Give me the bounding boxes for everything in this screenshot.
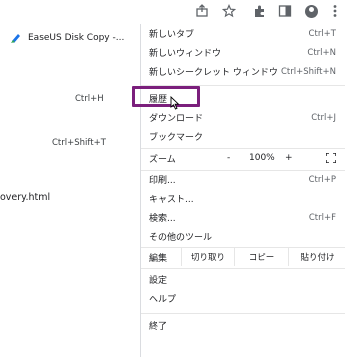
zoom-out-button[interactable]: - [227, 153, 230, 163]
menu-item-label: 新しいウィンドウ [149, 49, 222, 59]
page-content: EaseUS Disk Copy -... Ctrl+H Ctrl+Shift+… [0, 24, 140, 357]
zoom-in-button[interactable]: + [285, 153, 293, 163]
cut-button[interactable]: 切り取り [181, 247, 234, 266]
browser-toolbar [0, 0, 345, 24]
extension-icon[interactable] [252, 3, 268, 19]
menu-item-print[interactable]: 印刷... Ctrl+P [141, 170, 345, 189]
menu-item-label: キャスト... [149, 195, 194, 205]
history-shortcut-behind: Ctrl+H [75, 94, 104, 104]
menu-item-new-window[interactable]: 新しいウィンドウ Ctrl+N [141, 43, 345, 62]
menu-item-downloads[interactable]: ダウンロード Ctrl+J [141, 108, 345, 127]
menu-item-label: 編集 [149, 253, 168, 264]
menu-item-label: 設定 [149, 276, 168, 286]
menu-item-label: 終了 [149, 322, 168, 332]
fullscreen-icon[interactable] [326, 153, 336, 163]
menu-item-shortcut: Ctrl+P [308, 174, 336, 185]
menu-item-label: ダウンロード [149, 114, 204, 124]
menu-item-shortcut: Ctrl+N [307, 47, 336, 58]
menu-item-shortcut: Ctrl+Shift+N [280, 66, 336, 77]
menu-item-cast[interactable]: キャスト... [141, 189, 345, 208]
reopen-shortcut-behind: Ctrl+Shift+T [52, 138, 106, 148]
menu-item-help[interactable]: ヘルプ [141, 289, 345, 308]
sidebar-icon[interactable] [277, 3, 293, 19]
menu-item-zoom: ズーム - 100% + [141, 148, 345, 168]
menu-item-shortcut: Ctrl+J [311, 112, 336, 123]
menu-item-settings[interactable]: 設定 [141, 270, 345, 289]
menu-item-label: 印刷... [149, 176, 176, 186]
menu-item-exit[interactable]: 終了 [141, 316, 345, 335]
menu-item-label: その他のツール [149, 233, 213, 243]
menu-item-shortcut: Ctrl+T [308, 28, 336, 39]
file-link[interactable]: overy.html [0, 192, 50, 203]
history-highlight-box [132, 86, 200, 107]
paste-button[interactable]: 貼り付け [288, 247, 345, 266]
menu-item-find[interactable]: 検索... Ctrl+F [141, 208, 345, 227]
menu-item-label: ヘルプ [149, 295, 177, 305]
menu-item-edit: 編集 切り取り コピー 貼り付け [141, 247, 345, 267]
menu-item-new-tab[interactable]: 新しいタブ Ctrl+T [141, 24, 345, 43]
menu-item-label: 新しいタブ [149, 30, 195, 40]
zoom-level: 100% [249, 153, 275, 163]
star-icon[interactable] [221, 3, 237, 19]
menu-separator [141, 313, 345, 314]
profile-icon[interactable] [303, 3, 319, 19]
tab-title: EaseUS Disk Copy -... [28, 33, 125, 43]
tab-entry[interactable]: EaseUS Disk Copy -... [10, 32, 124, 44]
menu-separator [141, 268, 345, 269]
menu-item-more-tools[interactable]: その他のツール [141, 227, 345, 246]
menu-item-shortcut: Ctrl+F [308, 212, 336, 223]
more-icon[interactable] [327, 3, 343, 19]
menu-item-label: ブックマーク [149, 133, 204, 143]
menu-item-new-incognito[interactable]: 新しいシークレット ウィンドウ Ctrl+Shift+N [141, 62, 345, 81]
menu-item-label: 検索... [149, 214, 176, 224]
mouse-cursor-icon [170, 96, 180, 110]
copy-button[interactable]: コピー [234, 247, 288, 266]
menu-item-label: 新しいシークレット ウィンドウ [149, 68, 278, 78]
menu-item-bookmarks[interactable]: ブックマーク [141, 127, 345, 146]
share-icon[interactable] [194, 3, 210, 19]
chrome-menu: 新しいタブ Ctrl+T 新しいウィンドウ Ctrl+N 新しいシークレット ウ… [140, 24, 345, 357]
easeus-logo-icon [11, 34, 20, 43]
menu-item-label: ズーム [149, 154, 176, 165]
